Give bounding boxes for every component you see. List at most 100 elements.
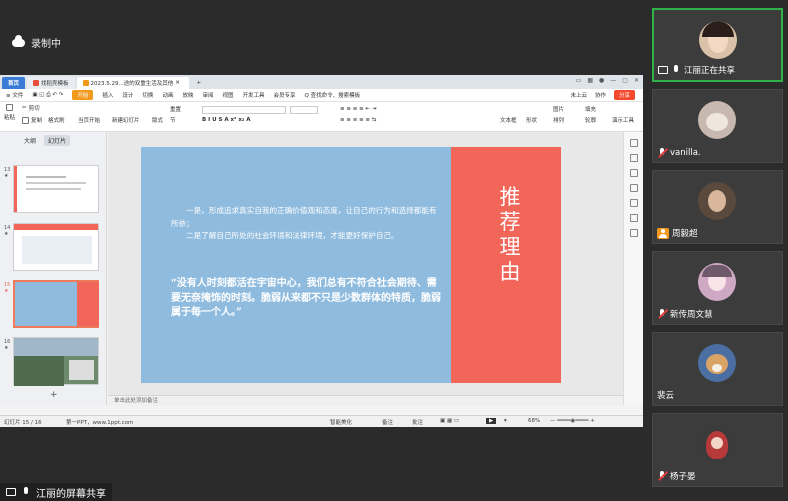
close-icon[interactable]: ✕: [175, 80, 180, 86]
animation-icon[interactable]: [629, 154, 638, 162]
notes-field[interactable]: 单击此处添加备注: [108, 395, 623, 406]
text-format-buttons[interactable]: B I U S A x² x₂ A: [202, 117, 251, 123]
participant-tile[interactable]: 江丽正在共享: [652, 8, 783, 82]
share-button[interactable]: 分享: [613, 90, 635, 100]
participant-tile[interactable]: vanilla.: [652, 89, 783, 163]
menu-start[interactable]: 开始: [72, 90, 94, 100]
arrange-button[interactable]: 排列: [553, 116, 564, 124]
format-painter-button[interactable]: 格式刷: [48, 116, 65, 124]
theme-name: 第一PPT，www.1ppt.com: [66, 420, 134, 426]
status-bar: 幻灯片 15 / 16 第一PPT，www.1ppt.com 智能美化 备注 批…: [0, 415, 643, 427]
menu-design[interactable]: 设计: [122, 91, 133, 99]
selection-icon[interactable]: [629, 184, 638, 192]
slide-thumbnail-16[interactable]: [13, 337, 99, 386]
comment-button[interactable]: 批注: [412, 418, 423, 426]
align-buttons[interactable]: ≡ ≡ ≡ ≡ ≡ ⇆: [340, 117, 376, 123]
maximize-icon[interactable]: ▢: [622, 77, 628, 84]
slide-thumbnail-13[interactable]: [13, 165, 99, 213]
user-icon: [657, 227, 669, 239]
panel-tabs: 大纲 幻灯片: [0, 132, 106, 146]
menu-animation[interactable]: 动画: [162, 91, 173, 99]
slide-thumbnail-14[interactable]: [13, 223, 99, 271]
notes-button[interactable]: 备注: [382, 418, 393, 426]
section-button[interactable]: 节: [170, 116, 176, 124]
beautify-button[interactable]: 智能美化: [330, 418, 352, 426]
paragraph-buttons[interactable]: ≡ ≡ ≡ ≡ ⇤ ⇥: [340, 106, 376, 112]
avatar-icon[interactable]: ●: [599, 77, 604, 84]
fill-button[interactable]: 填充: [585, 105, 596, 113]
zoom-level[interactable]: 68%: [528, 418, 540, 424]
zoom-slider[interactable]: — ━━━━◉━━━━ +: [550, 418, 595, 424]
collab-button[interactable]: 协作: [595, 91, 606, 99]
tab-slides[interactable]: 幻灯片: [44, 135, 71, 146]
location-icon[interactable]: [629, 214, 638, 222]
slide-title[interactable]: 推荐理由: [499, 185, 521, 285]
participant-tile[interactable]: 裴云: [652, 332, 783, 406]
window-close-icon[interactable]: ✕: [634, 77, 639, 84]
menu-slideshow[interactable]: 放映: [182, 91, 193, 99]
grid-icon[interactable]: ▦: [587, 77, 593, 84]
textbox-button[interactable]: 文本框: [500, 116, 517, 124]
avatar: [698, 425, 736, 463]
backup-icon[interactable]: [629, 199, 638, 207]
menu-member[interactable]: 会员专享: [274, 91, 296, 99]
add-slide-button[interactable]: +: [50, 390, 58, 400]
font-size-field[interactable]: [290, 106, 318, 114]
copy-button[interactable]: 复制: [22, 116, 42, 124]
participant-tile[interactable]: 周毅超: [652, 170, 783, 244]
menu-bar: ≡ 文件 ▣ ◱ ⎙ ↶ ↷ 开始 插入 设计 切换 动画 放映 审阅 视图 开…: [0, 89, 643, 102]
menu-view[interactable]: 视图: [222, 91, 233, 99]
quick-access-icons[interactable]: ▣ ◱ ⎙ ↶ ↷: [32, 92, 63, 99]
property-icon[interactable]: [629, 139, 638, 147]
new-tab-button[interactable]: +: [191, 77, 208, 89]
slide-quote[interactable]: “没有人时刻都活在宇宙中心，我们总有不符合社会期待、需要无奈掩饰的时刻。脆弱从来…: [171, 277, 446, 321]
picture-button[interactable]: 图片: [553, 105, 564, 113]
play-icon[interactable]: ▶: [486, 418, 497, 424]
start-show-button[interactable]: 当页开始: [78, 116, 100, 124]
tab-document[interactable]: 2023.5.29...途的双重生活及其他 ✕: [76, 77, 189, 89]
menu-insert[interactable]: 插入: [102, 91, 113, 99]
zoom-dropdown[interactable]: ▾: [504, 418, 507, 424]
layout-icon[interactable]: ▭: [576, 77, 582, 84]
copy-icon: [22, 116, 29, 124]
layout-button[interactable]: 版式: [152, 116, 163, 124]
menu-review[interactable]: 审阅: [202, 91, 213, 99]
paste-button[interactable]: 粘贴: [4, 104, 15, 121]
menu-developer[interactable]: 开发工具: [243, 91, 265, 99]
outline-button[interactable]: 轮廓: [585, 116, 596, 124]
participant-name: 江丽正在共享: [658, 64, 735, 76]
slide-thumbnail-15[interactable]: [13, 280, 99, 328]
avatar: [698, 344, 736, 382]
participant-tile[interactable]: 杨子晏: [652, 413, 783, 487]
presenter-tools-button[interactable]: 演示工具: [612, 116, 634, 124]
menu-file[interactable]: ≡ 文件: [6, 91, 23, 99]
thumb-number: 14 ★: [4, 225, 11, 237]
settings-icon[interactable]: [629, 229, 638, 237]
new-slide-button[interactable]: 新建幻灯片: [112, 116, 140, 124]
font-name-field[interactable]: [202, 106, 286, 114]
command-search[interactable]: Q 查找命令、搜索模板: [305, 91, 361, 99]
tab-outline[interactable]: 大纲: [20, 135, 40, 146]
minimize-icon[interactable]: —: [610, 77, 616, 84]
slide-editor: 一是，形成追求真实自我的正确价值观和态度，让自己的行为和选择都能有所依； 二是了…: [108, 132, 623, 406]
thumb-number: 15 ★: [4, 282, 11, 294]
reset-button[interactable]: 重置: [170, 105, 181, 113]
cut-button[interactable]: ✂ 剪切: [22, 104, 40, 112]
participant-name: 裴云: [657, 391, 675, 401]
slide-paragraph[interactable]: 一是，形成追求真实自我的正确价值观和态度，让自己的行为和选择都能有所依； 二是了…: [171, 205, 443, 243]
cloud-status[interactable]: 未上云: [570, 91, 587, 99]
tab-home[interactable]: 首页: [2, 77, 26, 89]
recording-label: 录制中: [31, 39, 61, 50]
shape-button[interactable]: 形状: [526, 116, 537, 124]
tab-templates[interactable]: 找稻壳模板: [27, 77, 75, 89]
current-slide[interactable]: 一是，形成追求真实自我的正确价值观和态度，让自己的行为和选择都能有所依； 二是了…: [141, 147, 561, 383]
menu-transition[interactable]: 切换: [142, 91, 153, 99]
ribbon: 粘贴 ✂ 剪切 复制 格式刷 当页开始 新建幻灯片 版式 节 重置 B I U S…: [0, 102, 643, 132]
mic-icon: [671, 65, 681, 75]
paste-icon: [6, 104, 13, 111]
view-buttons[interactable]: ▣ ▦ ▭: [440, 418, 459, 424]
participant-tile[interactable]: 新传周文慧: [652, 251, 783, 325]
design-icon[interactable]: [629, 169, 638, 177]
thumb-number: 13 ★: [4, 167, 11, 179]
mic-muted-icon: [657, 148, 667, 158]
